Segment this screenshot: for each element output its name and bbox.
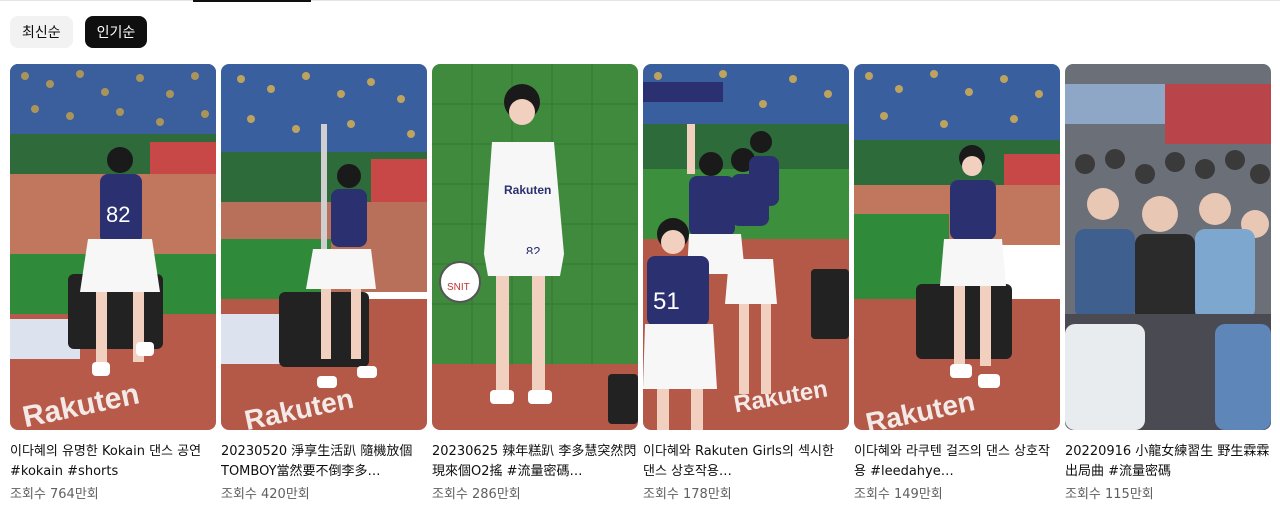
shorts-grid: Rakuten 82 이다혜의 유명한 Kokain 댄스 공연 #kokain…: [10, 64, 1271, 504]
svg-text:Rakuten: Rakuten: [504, 183, 551, 197]
tab-underline-track: [0, 0, 1280, 1]
short-title[interactable]: 20230625 辣年糕趴 李多慧突然閃現來個O2搖 #流量密碼…: [432, 442, 638, 482]
short-view-count: 조회수 149만회: [854, 487, 943, 502]
short-card[interactable]: Rakuten 82 이다혜의 유명한 Kokain 댄스 공연 #kokain…: [10, 64, 216, 504]
short-title[interactable]: 이다혜의 유명한 Kokain 댄스 공연 #kokain #shorts: [10, 442, 216, 482]
short-card[interactable]: Rakuten 82 SNIT 20230625 辣年糕趴 李多慧突然閃現來個O…: [432, 64, 638, 504]
svg-text:82: 82: [106, 202, 130, 227]
short-view-count: 조회수 178만회: [643, 487, 732, 502]
short-card[interactable]: Rakuten 이다혜와 라쿠텐 걸즈의 댄스 상호작용 #leedahye… …: [854, 64, 1060, 504]
short-title[interactable]: 이다혜와 Rakuten Girls의 섹시한 댄스 상호작용…: [643, 442, 849, 482]
svg-text:51: 51: [653, 288, 680, 315]
short-thumbnail[interactable]: Rakuten 82 SNIT: [432, 64, 638, 430]
short-thumbnail[interactable]: [1065, 64, 1271, 430]
short-view-count: 조회수 764만회: [10, 487, 99, 502]
svg-text:SNIT: SNIT: [447, 282, 470, 293]
short-thumbnail[interactable]: Rakuten: [221, 64, 427, 430]
sort-chip-popular[interactable]: 인기순: [84, 16, 148, 48]
sort-chip-latest[interactable]: 최신순: [10, 16, 73, 48]
short-view-count: 조회수 420만회: [221, 487, 310, 502]
short-title[interactable]: 이다혜와 라쿠텐 걸즈의 댄스 상호작용 #leedahye…: [854, 442, 1060, 482]
tab-underline-active: [193, 0, 311, 2]
short-thumbnail[interactable]: Rakuten 82: [10, 64, 216, 430]
short-title[interactable]: 20220916 小龍女練習生 野生霖霖 出局曲 #流量密碼: [1065, 442, 1271, 482]
short-thumbnail[interactable]: Rakuten 51: [643, 64, 849, 430]
short-title[interactable]: 20230520 淨享生活趴 隨機放個TOMBOY當然要不倒李多…: [221, 442, 427, 482]
short-card[interactable]: Rakuten 20230520 淨享生活趴 隨機放個TOMBOY當然要不倒李多…: [221, 64, 427, 504]
sort-chip-bar: 최신순 인기순: [10, 16, 148, 48]
short-view-count: 조회수 115만회: [1065, 487, 1154, 502]
short-card[interactable]: 20220916 小龍女練習生 野生霖霖 出局曲 #流量密碼 조회수 115만회: [1065, 64, 1271, 504]
short-thumbnail[interactable]: Rakuten: [854, 64, 1060, 430]
short-view-count: 조회수 286만회: [432, 487, 521, 502]
short-card[interactable]: Rakuten 51 이다혜와 Rakuten Girls의 섹시한 댄스 상호…: [643, 64, 849, 504]
